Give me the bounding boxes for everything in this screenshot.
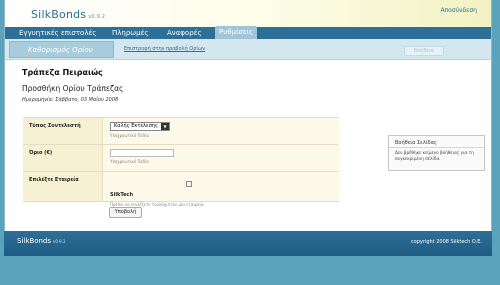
footer: SilkBonds v0.9.2 copyright 2008 Silktech … [4, 231, 492, 256]
company-name: SilkTech [110, 192, 134, 198]
help-box-title: Βοήθεια Σελίδας [395, 140, 437, 146]
page-background [0, 256, 500, 285]
logout-link[interactable]: Αποσύνδεση [440, 7, 477, 14]
footer-brand: SilkBonds v0.9.2 [17, 237, 66, 245]
company-checkbox[interactable] [186, 181, 192, 187]
type-field: Καλής Εκτέλεσης ▼ Υποχρεωτικό Πεδίο [110, 122, 170, 138]
form-label-cell: Όριο (€) [23, 145, 103, 171]
tab-guarantee-letters[interactable]: Εγγυητικές επιστολές [15, 27, 100, 39]
app-logo: SilkBonds v0.9.2 [31, 8, 105, 21]
footer-copyright: copyright 2008 Silktech O.E. [410, 239, 482, 245]
tab-payments[interactable]: Πληρωμές [108, 27, 153, 39]
page-title: Προσθήκη Ορίου Τράπεζας [22, 84, 124, 93]
type-label: Τύπος Συντελεστή [29, 123, 81, 129]
footer-version: v0.9.2 [53, 239, 66, 244]
main-content: Τράπεζα Πειραιώς Προσθήκη Ορίου Τράπεζας… [5, 61, 491, 231]
form-label-cell: Επιλέξτε Εταιρεία [23, 172, 103, 201]
company-label: Επιλέξτε Εταιρεία [29, 177, 79, 183]
tab-settings[interactable]: Ρυθμίσεις [215, 26, 258, 39]
limit-field: Υποχρεωτικό Πεδίο [110, 149, 174, 164]
app-version: v0.9.2 [88, 14, 106, 20]
form-row-company: Επιλέξτε Εταιρεία SilkTech Πρέπει να επι… [23, 171, 339, 207]
chevron-down-icon[interactable]: ▼ [161, 123, 169, 130]
limit-hint: Υποχρεωτικό Πεδίο [110, 159, 149, 164]
back-to-limits-link[interactable]: Επιστροφή στην προβολή Ορίων [124, 46, 205, 52]
main-nav: Εγγυητικές επιστολές Πληρωμές Αναφορές Ρ… [5, 26, 491, 39]
submit-button[interactable]: Υποβολή [109, 207, 142, 218]
form-row-type: Τύπος Συντελεστή Καλής Εκτέλεσης ▼ Υποχρ… [23, 117, 339, 144]
company-option: SilkTech [110, 181, 210, 200]
section-title: Καθορισμός Ορίου [9, 41, 114, 58]
limit-label: Όριο (€) [29, 150, 53, 156]
form-row-limit: Όριο (€) Υποχρεωτικό Πεδίο [23, 144, 339, 171]
form-label-cell: Τύπος Συντελεστή [23, 118, 103, 144]
page-help-box: Βοήθεια Σελίδας Δεν βρέθηκε κείμενο βοήθ… [388, 135, 485, 171]
tab-reports[interactable]: Αναφορές [163, 27, 206, 39]
help-tab[interactable]: Βοήθεια [404, 46, 444, 56]
app-logo-text: SilkBonds [31, 8, 87, 21]
page-date: Ημερομηνία: Σάββατο, 03 Μαΐου 2008 [22, 97, 119, 103]
type-select-value: Καλής Εκτέλεσης [114, 123, 158, 129]
limit-form: Τύπος Συντελεστή Καλής Εκτέλεσης ▼ Υποχρ… [23, 117, 339, 207]
limit-input[interactable] [110, 149, 174, 157]
header: SilkBonds v0.9.2 Αποσύνδεση [5, 0, 491, 27]
sub-header: Καθορισμός Ορίου Επιστροφή στην προβολή … [5, 39, 491, 60]
company-field: SilkTech Πρέπει να επιλέξετε τουλάχιστον… [110, 181, 210, 207]
app-frame: SilkBonds v0.9.2 Αποσύνδεση Εγγυητικές επ… [4, 0, 492, 256]
type-select[interactable]: Καλής Εκτέλεσης ▼ [110, 122, 170, 131]
bank-name: Τράπεζα Πειραιώς [22, 68, 103, 77]
footer-brand-text: SilkBonds [17, 237, 51, 245]
help-box-text: Δεν βρέθηκε κείμενο βοήθειας για τη συγκ… [395, 150, 474, 161]
divider [389, 147, 484, 148]
type-hint: Υποχρεωτικό Πεδίο [110, 133, 149, 138]
